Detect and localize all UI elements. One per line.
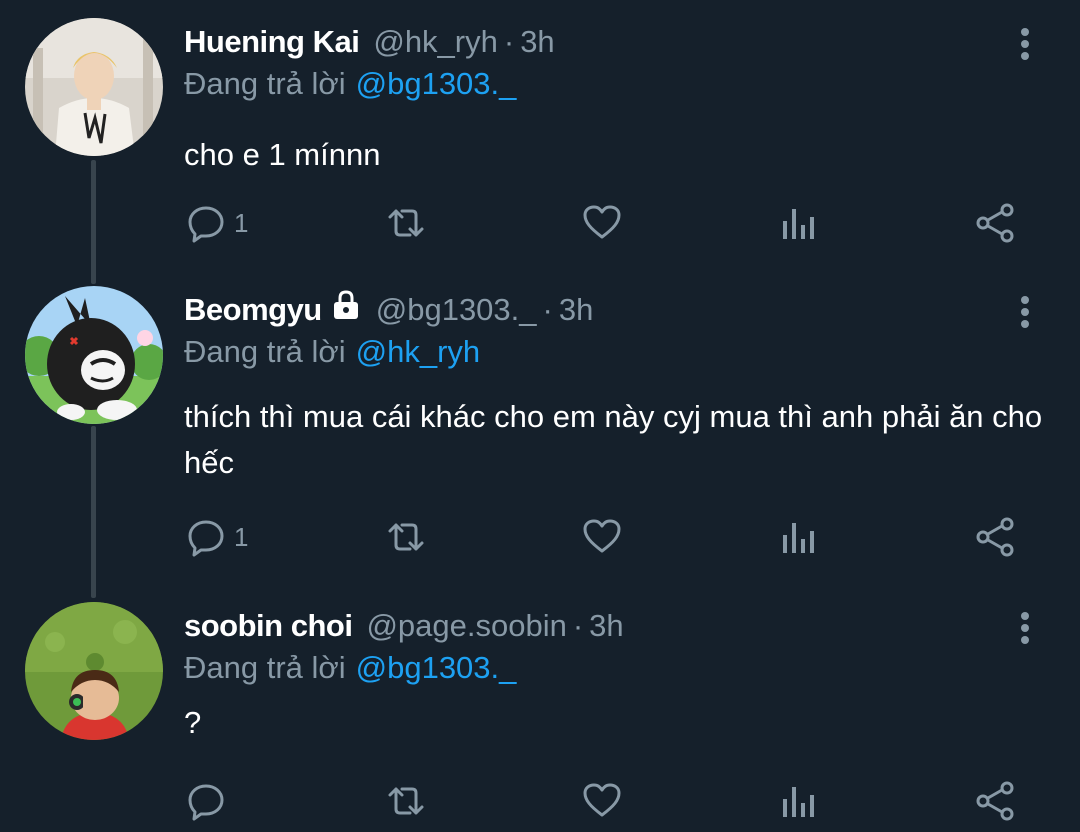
avatar[interactable] [25, 602, 163, 740]
tweet-header: Beomgyu @bg1303._ · 3h [184, 290, 593, 330]
reply-icon [186, 517, 226, 557]
tweet-actions: 1 [0, 512, 1080, 562]
reply-button[interactable]: 1 [186, 198, 248, 248]
avatar[interactable] [25, 286, 163, 424]
analytics-icon [780, 517, 816, 557]
replying-to-label: Đang trả lời [184, 334, 346, 369]
lock-icon [330, 290, 362, 330]
separator-dot: · [503, 24, 515, 59]
mention-link[interactable]: @hk_ryh [356, 334, 481, 369]
tweet-header: Huening Kai @hk_ryh · 3h [184, 22, 555, 62]
replying-to-label: Đang trả lời [184, 66, 346, 101]
tweet[interactable]: Beomgyu @bg1303._ · 3h Đang trả lời @hk_r… [0, 286, 1080, 586]
reply-icon [186, 781, 226, 821]
display-name[interactable]: Beomgyu [184, 290, 322, 330]
separator-dot: · [572, 608, 584, 643]
reply-thread: Huening Kai @hk_ryh · 3h Đang trả lời @bg… [0, 0, 1080, 832]
replying-to: Đang trả lời @bg1303._ [184, 648, 516, 688]
more-options-button[interactable] [1010, 24, 1040, 64]
like-button[interactable] [582, 512, 622, 562]
share-button[interactable] [974, 512, 1016, 562]
reply-count: 1 [234, 521, 249, 552]
mention-link[interactable]: @bg1303._ [356, 650, 517, 685]
user-handle[interactable]: @bg1303._ [376, 290, 537, 330]
more-vertical-icon [1021, 612, 1029, 644]
share-button[interactable] [974, 198, 1016, 248]
tweet-actions: 1 [0, 198, 1080, 248]
replying-to-label: Đang trả lời [184, 650, 346, 685]
retweet-icon [384, 517, 428, 557]
tweet[interactable]: soobin choi @page.soobin · 3h Đang trả l… [0, 602, 1080, 832]
retweet-button[interactable] [384, 512, 428, 562]
timestamp[interactable]: 3h [589, 606, 623, 646]
avatar[interactable] [25, 18, 163, 156]
separator-dot: · [542, 292, 553, 327]
more-vertical-icon [1021, 28, 1029, 60]
retweet-icon [384, 203, 428, 243]
share-button[interactable] [974, 776, 1016, 826]
more-options-button[interactable] [1010, 292, 1040, 332]
reply-button[interactable]: 1 [186, 512, 248, 562]
reply-button[interactable] [186, 776, 234, 826]
analytics-icon [780, 781, 816, 821]
heart-icon [582, 203, 622, 243]
timestamp[interactable]: 3h [559, 290, 593, 330]
tweet-text: thích thì mua cái khác cho em này cyj mu… [184, 399, 1043, 480]
user-handle[interactable]: @hk_ryh [373, 22, 498, 62]
analytics-button[interactable] [780, 198, 816, 248]
mention-link[interactable]: @bg1303._ [356, 66, 517, 101]
like-button[interactable] [582, 776, 622, 826]
tweet-text: cho e 1 mínnn [184, 137, 381, 172]
like-button[interactable] [582, 198, 622, 248]
analytics-button[interactable] [780, 512, 816, 562]
retweet-button[interactable] [384, 198, 428, 248]
replying-to: Đang trả lời @bg1303._ [184, 64, 516, 104]
display-name[interactable]: Huening Kai [184, 22, 360, 62]
timestamp[interactable]: 3h [520, 22, 554, 62]
more-options-button[interactable] [1010, 608, 1040, 648]
replying-to: Đang trả lời @hk_ryh [184, 332, 480, 372]
reply-icon [186, 203, 226, 243]
analytics-button[interactable] [780, 776, 816, 826]
display-name[interactable]: soobin choi [184, 606, 353, 646]
reply-count: 1 [234, 207, 249, 238]
tweet-header: soobin choi @page.soobin · 3h [184, 606, 624, 646]
tweet[interactable]: Huening Kai @hk_ryh · 3h Đang trả lời @bg… [0, 18, 1080, 268]
tweet-actions [0, 776, 1080, 826]
retweet-icon [384, 781, 428, 821]
share-icon [974, 516, 1016, 558]
share-icon [974, 202, 1016, 244]
retweet-button[interactable] [384, 776, 428, 826]
heart-icon [582, 781, 622, 821]
analytics-icon [780, 203, 816, 243]
user-handle[interactable]: @page.soobin [366, 606, 566, 646]
more-vertical-icon [1021, 296, 1029, 328]
heart-icon [582, 517, 622, 557]
share-icon [974, 780, 1016, 822]
tweet-text: ? [184, 705, 202, 740]
